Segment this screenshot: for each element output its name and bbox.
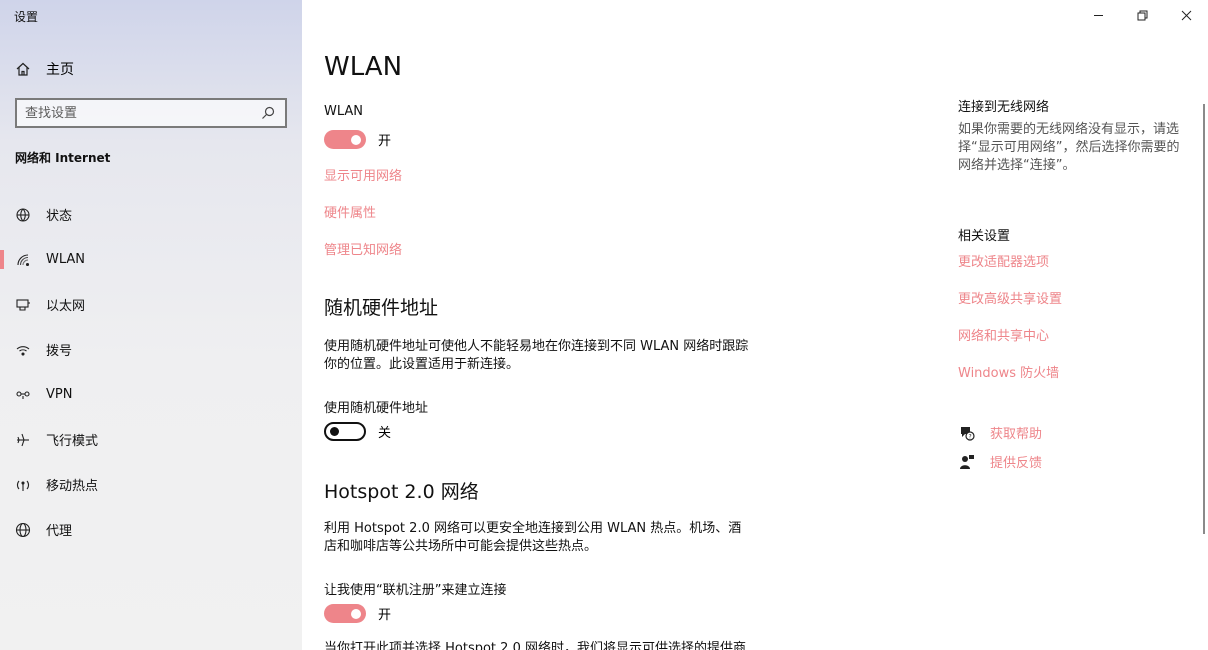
sidebar: 设置 主页 网络和 Internet 状态 WLAN: [0, 0, 302, 650]
app-title: 设置: [14, 10, 39, 24]
sidebar-item-status[interactable]: 状态: [0, 192, 302, 237]
random-hw-description: 使用随机硬件地址可使他人不能轻易地在你连接到不同 WLAN 网络时跟踪你的位置。…: [324, 339, 749, 372]
random-hw-toggle[interactable]: 关: [324, 422, 391, 441]
globe-status-icon: [14, 206, 32, 224]
connect-heading: 连接到无线网络: [958, 100, 1050, 115]
random-hw-toggle-label: 使用随机硬件地址: [324, 401, 429, 416]
vpn-icon: [14, 386, 32, 404]
advanced-sharing-link[interactable]: 更改高级共享设置: [958, 288, 1062, 307]
firewall-link[interactable]: Windows 防火墙: [958, 362, 1059, 381]
sidebar-item-label: 拨号: [46, 344, 73, 359]
home-label: 主页: [46, 62, 74, 78]
right-panel: 连接到无线网络 如果你需要的无线网络没有显示，请选择“显示可用网络”，然后选择你…: [958, 0, 1194, 650]
wifi-icon: [14, 251, 32, 269]
online-signup-toggle[interactable]: 开: [324, 604, 391, 623]
search-box: [15, 98, 287, 128]
sharing-center-link[interactable]: 网络和共享中心: [958, 325, 1049, 344]
search-input[interactable]: [25, 105, 259, 121]
sidebar-item-label: 以太网: [46, 299, 86, 314]
online-signup-toggle-state: 开: [378, 608, 392, 623]
random-hw-heading: 随机硬件地址: [324, 297, 439, 319]
wlan-toggle-label: WLAN: [324, 104, 364, 119]
home-icon: [14, 60, 32, 78]
sidebar-item-vpn[interactable]: VPN: [0, 372, 302, 417]
adapter-options-link[interactable]: 更改适配器选项: [958, 251, 1049, 270]
related-settings-heading: 相关设置: [958, 229, 1011, 244]
section-label: 网络和 Internet: [15, 151, 111, 165]
random-hw-toggle-switch[interactable]: [324, 422, 366, 441]
connect-description: 如果你需要的无线网络没有显示，请选择“显示可用网络”，然后选择你需要的网络并选择…: [958, 122, 1180, 173]
sidebar-item-airplane[interactable]: 飞行模式: [0, 417, 302, 462]
dialup-icon: [14, 341, 32, 359]
ethernet-icon: [14, 296, 32, 314]
hotspot-icon: [14, 476, 32, 494]
airplane-icon: [14, 431, 32, 449]
chat-help-icon: ?: [958, 424, 976, 442]
show-networks-link[interactable]: 显示可用网络: [324, 165, 402, 184]
feedback-person-icon: [958, 453, 976, 471]
online-signup-toggle-switch[interactable]: [324, 604, 366, 623]
feedback-label: 提供反馈: [990, 456, 1043, 471]
bottom-description: 当你打开此项并选择 Hotspot 2.0 网络时，我们将显示可供选择的提供商: [324, 641, 746, 650]
hotspot-description: 利用 Hotspot 2.0 网络可以更安全地连接到公用 WLAN 热点。机场、…: [324, 521, 742, 554]
home-nav-item[interactable]: 主页: [14, 58, 74, 80]
online-signup-label: 让我使用“联机注册”来建立连接: [324, 583, 507, 598]
search-icon[interactable]: [259, 104, 277, 122]
sidebar-nav: 状态 WLAN 以太网 拨号 VPN 飞行模式 移动热点 代理: [0, 192, 302, 552]
sidebar-item-wlan[interactable]: WLAN: [0, 237, 302, 282]
sidebar-item-label: 代理: [46, 524, 73, 539]
get-help-label: 获取帮助: [990, 427, 1043, 442]
sidebar-item-label: 飞行模式: [46, 434, 99, 449]
svg-text:?: ?: [969, 433, 972, 440]
wlan-toggle-state: 开: [378, 134, 392, 149]
globe-icon: [14, 521, 32, 539]
sidebar-item-proxy[interactable]: 代理: [0, 507, 302, 552]
wlan-toggle[interactable]: 开: [324, 130, 391, 149]
scrollbar[interactable]: [1203, 104, 1205, 534]
sidebar-item-hotspot[interactable]: 移动热点: [0, 462, 302, 507]
get-help-link[interactable]: ? 获取帮助: [958, 423, 1042, 442]
wlan-toggle-switch[interactable]: [324, 130, 366, 149]
hotspot-heading: Hotspot 2.0 网络: [324, 481, 479, 503]
manage-known-networks-link[interactable]: 管理已知网络: [324, 239, 402, 258]
sidebar-item-label: 移动热点: [46, 479, 99, 494]
sidebar-item-ethernet[interactable]: 以太网: [0, 282, 302, 327]
feedback-link[interactable]: 提供反馈: [958, 452, 1042, 471]
sidebar-item-label: VPN: [46, 387, 73, 402]
hardware-properties-link[interactable]: 硬件属性: [324, 202, 376, 221]
sidebar-item-label: 状态: [46, 209, 73, 224]
main-content: WLAN WLAN 开 显示可用网络 硬件属性 管理已知网络 随机硬件地址 使用…: [324, 0, 924, 650]
sidebar-item-label: WLAN: [46, 252, 86, 267]
random-hw-toggle-state: 关: [378, 426, 392, 441]
page-title: WLAN: [324, 52, 403, 82]
sidebar-item-dialup[interactable]: 拨号: [0, 327, 302, 372]
